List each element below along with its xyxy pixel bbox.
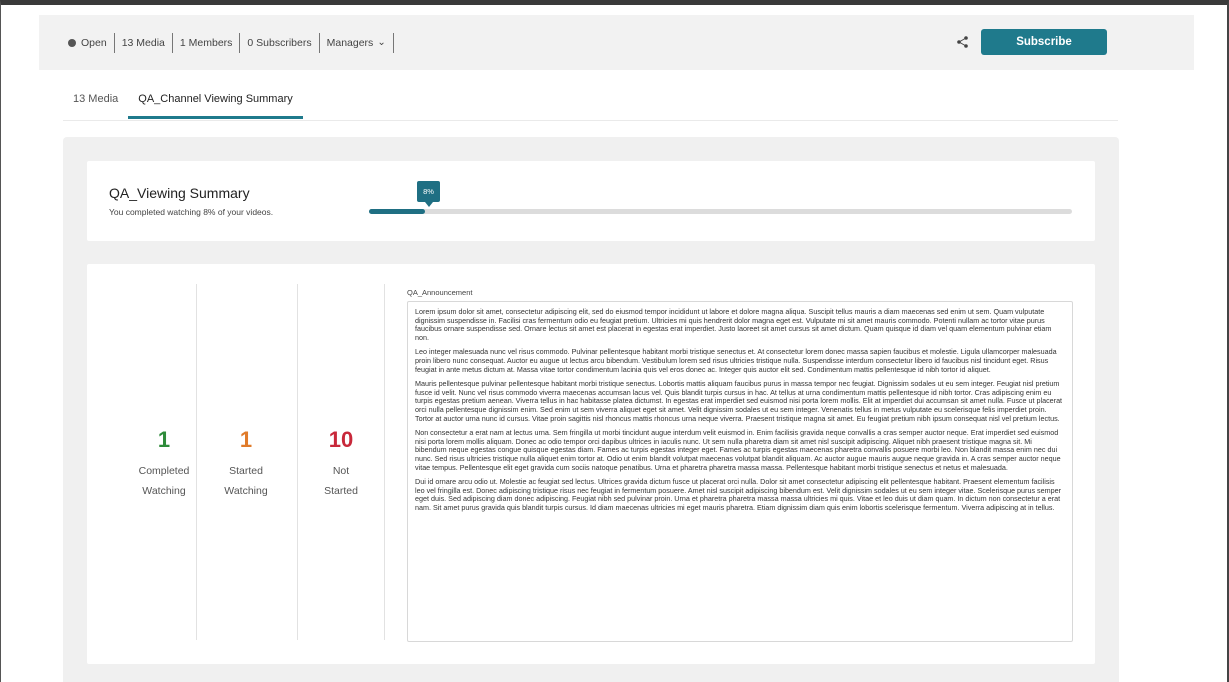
- announcement-label: QA_Announcement: [407, 288, 473, 297]
- announcement-textbox[interactable]: Lorem ipsum dolor sit amet, consectetur …: [407, 301, 1073, 642]
- tab-bar: 13 Media QA_Channel Viewing Summary: [63, 87, 1118, 121]
- visibility-label: Open: [81, 36, 107, 49]
- summary-subtitle: You completed watching 8% of your videos…: [109, 207, 274, 217]
- members-count[interactable]: 1 Members: [173, 33, 240, 53]
- stat-not-started-value: 10: [328, 427, 354, 452]
- managers-label: Managers: [326, 36, 374, 49]
- progress-fill: [369, 209, 426, 214]
- stat-label-line: Not: [332, 465, 350, 477]
- stat-started: 1 Started Watching: [196, 284, 296, 644]
- share-icon[interactable]: [956, 35, 970, 49]
- stat-label-line: Started: [324, 485, 358, 497]
- stats-announcement-card: 1 Completed Watching 1 Started Watching …: [87, 264, 1095, 664]
- channel-header-bar: Open 13 Media 1 Members 0 Subscribers Ma…: [39, 15, 1194, 70]
- stat-label-line: Completed: [138, 465, 190, 477]
- announcement-paragraph: Non consectetur a erat nam at lectus urn…: [415, 428, 1061, 472]
- viewing-summary-card: QA_Viewing Summary You completed watchin…: [87, 161, 1095, 241]
- summary-panel: QA_Viewing Summary You completed watchin…: [63, 137, 1119, 682]
- stat-completed-label: Completed Watching: [139, 461, 190, 501]
- stat-label-line: Watching: [224, 485, 268, 497]
- stat-started-label: Started Watching: [224, 461, 267, 501]
- tab-viewing-summary[interactable]: QA_Channel Viewing Summary: [128, 87, 303, 119]
- announcement-paragraph: Lorem ipsum dolor sit amet, consectetur …: [415, 307, 1052, 342]
- stat-label-line: Started: [229, 465, 263, 477]
- globe-icon: [68, 38, 76, 47]
- summary-title: QA_Viewing Summary: [109, 185, 250, 201]
- managers-dropdown[interactable]: Managers ⌄: [320, 33, 393, 53]
- divider: [384, 284, 385, 640]
- stat-started-value: 1: [239, 427, 253, 452]
- announcement-paragraph: Mauris pellentesque pulvinar pellentesqu…: [415, 379, 1063, 423]
- chevron-down-icon: ⌄: [377, 37, 386, 48]
- subscribe-button[interactable]: Subscribe: [981, 29, 1107, 55]
- tab-media[interactable]: 13 Media: [63, 87, 128, 119]
- visibility-status: Open: [61, 33, 114, 53]
- channel-meta: Open 13 Media 1 Members 0 Subscribers Ma…: [61, 32, 394, 53]
- stat-label-line: Watching: [142, 485, 186, 497]
- stat-completed-value: 1: [157, 427, 171, 452]
- app-frame: Open 13 Media 1 Members 0 Subscribers Ma…: [0, 0, 1229, 682]
- subscribers-count: 0 Subscribers: [247, 36, 312, 49]
- stat-not-started-label: Not Started: [324, 461, 358, 501]
- announcement-paragraph: Dui id ornare arcu odio ut. Molestie ac …: [415, 477, 1061, 512]
- progress-badge: 8%: [417, 181, 440, 207]
- announcement-paragraph: Leo integer malesuada nunc vel risus com…: [415, 347, 1057, 374]
- media-count: 13 Media: [121, 36, 165, 49]
- progress-track: [369, 209, 1072, 214]
- stat-not-started: 10 Not Started: [291, 284, 391, 644]
- divider: [392, 32, 394, 53]
